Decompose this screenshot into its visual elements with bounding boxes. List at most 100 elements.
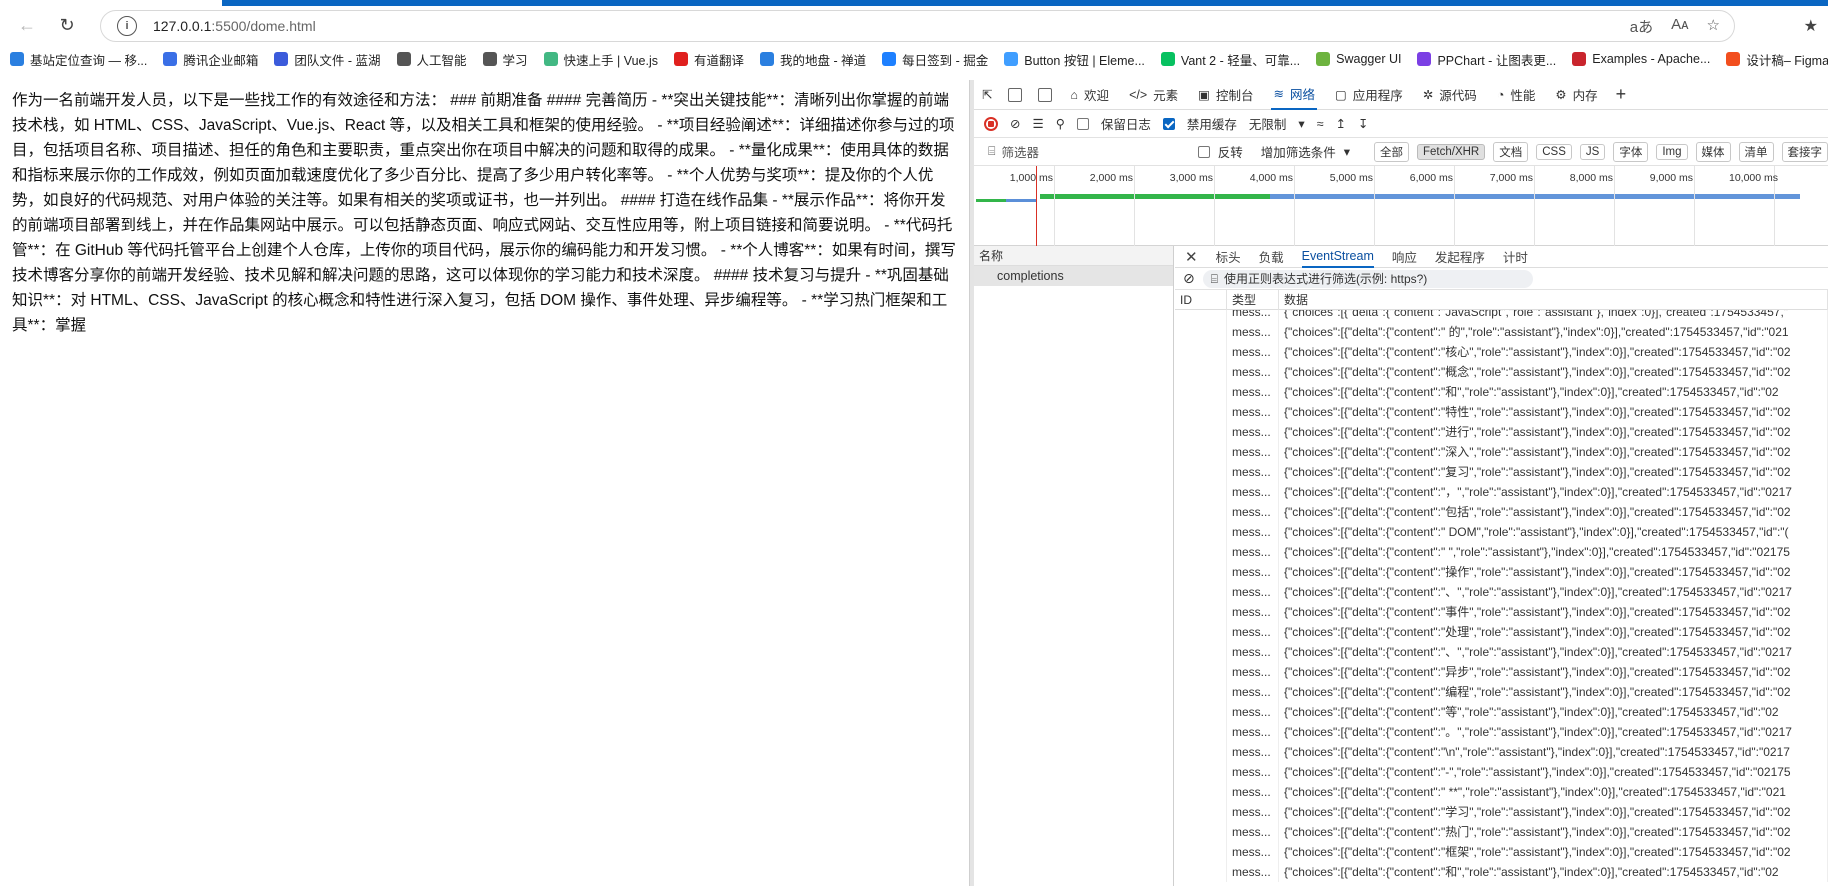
- close-icon[interactable]: ✕: [1185, 248, 1198, 266]
- network-conditions-icon[interactable]: ≈: [1317, 117, 1324, 131]
- eventstream-row[interactable]: mess... {"choices":[{"delta":{"content":"…: [1175, 362, 1828, 382]
- eventstream-row[interactable]: mess... {"choices":[{"delta":{"content":"…: [1175, 722, 1828, 742]
- bookmark-item[interactable]: 我的地盘 - 禅道: [760, 50, 866, 69]
- invert-checkbox[interactable]: [1197, 145, 1210, 159]
- devtools-tab[interactable]: ≋ 网络: [1271, 80, 1317, 110]
- clear-icon[interactable]: ⊘: [1183, 270, 1195, 287]
- font-size-icon[interactable]: Aᴀ: [1671, 16, 1688, 37]
- devtools-tab[interactable]: ▢ 应用程序: [1333, 80, 1405, 110]
- data-column-header[interactable]: 数据: [1279, 289, 1828, 310]
- filter-type-button[interactable]: 清单: [1738, 141, 1774, 162]
- export-har-icon[interactable]: ↧: [1358, 116, 1368, 131]
- filter-type-button[interactable]: 套接字: [1781, 141, 1828, 162]
- bookmark-item[interactable]: 团队文件 - 蓝湖: [274, 50, 381, 69]
- url-text[interactable]: 127.0.0.1:5500/dome.html: [153, 18, 316, 34]
- devtools-tab[interactable]: ✲ 源代码: [1421, 80, 1479, 110]
- eventstream-row[interactable]: mess... {"choices":[{"delta":{"content":"…: [1175, 502, 1828, 522]
- bookmark-item[interactable]: 腾讯企业邮箱: [163, 50, 258, 69]
- detail-tab[interactable]: 负载: [1259, 247, 1284, 266]
- chevron-down-icon[interactable]: ▾: [1344, 144, 1350, 159]
- address-bar[interactable]: i 127.0.0.1:5500/dome.html aあ Aᴀ ☆: [100, 10, 1735, 42]
- filter-toggle-icon[interactable]: ☰: [1032, 116, 1043, 131]
- record-icon[interactable]: [984, 116, 998, 131]
- eventstream-row[interactable]: mess... {"choices":[{"delta":{"content":"…: [1175, 402, 1828, 422]
- devtools-tab[interactable]: ⌂ 欢迎: [1068, 80, 1111, 110]
- eventstream-row[interactable]: mess... {"choices":[{"delta":{"content":"…: [1175, 382, 1828, 402]
- filter-input[interactable]: ⌸ 筛选器: [988, 141, 1190, 163]
- eventstream-row[interactable]: mess... {"choices":[{"delta":{"content":"…: [1175, 822, 1828, 842]
- search-icon[interactable]: ⚲: [1056, 116, 1065, 131]
- eventstream-row[interactable]: mess... {"choices":[{"delta":{"content":"…: [1175, 442, 1828, 462]
- import-har-icon[interactable]: ↥: [1336, 116, 1346, 131]
- filter-type-button[interactable]: Fetch/XHR: [1417, 143, 1486, 160]
- name-column-header[interactable]: 名称: [974, 246, 1173, 266]
- eventstream-row[interactable]: mess... {"choices":[{"delta":{"content":"…: [1175, 642, 1828, 662]
- bookmark-item[interactable]: Swagger UI: [1316, 52, 1401, 66]
- bookmark-item[interactable]: 有道翻译: [674, 50, 744, 69]
- bookmark-item[interactable]: Button 按钮 | Eleme...: [1004, 50, 1145, 69]
- more-filters-button[interactable]: 增加筛选条件: [1261, 142, 1336, 161]
- network-timeline[interactable]: 1,000 ms 2,000 ms 3,000 ms 4,000 ms 5,000 ms…: [974, 166, 1828, 246]
- detail-tab[interactable]: 响应: [1392, 247, 1417, 266]
- detail-tab[interactable]: EventStream: [1301, 246, 1374, 268]
- eventstream-row[interactable]: mess... {"choices":[{"delta":{"content":"…: [1175, 542, 1828, 562]
- add-tab-icon[interactable]: +: [1616, 84, 1627, 105]
- type-column-header[interactable]: 类型: [1227, 289, 1279, 310]
- eventstream-row[interactable]: mess... {"choices":[{"delta":{"content":"…: [1175, 602, 1828, 622]
- dock-icon[interactable]: [1038, 87, 1053, 102]
- reload-icon[interactable]: ↻: [54, 12, 80, 38]
- bookmark-item[interactable]: 基站定位查询 — 移...: [10, 50, 147, 69]
- eventstream-row[interactable]: mess... {"choices":[{"delta":{"content":"…: [1175, 522, 1828, 542]
- device-toolbar-icon[interactable]: [1008, 87, 1023, 102]
- filter-type-button[interactable]: 媒体: [1695, 141, 1731, 162]
- favorites-icon[interactable]: ★: [1804, 16, 1818, 36]
- read-aloud-icon[interactable]: aあ: [1630, 16, 1653, 37]
- eventstream-row[interactable]: mess... {"choices":[{"delta":{"content":"…: [1175, 662, 1828, 682]
- eventstream-row[interactable]: mess... {"choices":[{"delta":{"content":"…: [1175, 682, 1828, 702]
- eventstream-row[interactable]: mess... {"choices":[{"delta":{"content":"…: [1175, 702, 1828, 722]
- eventstream-row[interactable]: mess... {"choices":[{"delta":{"content":"…: [1175, 482, 1828, 502]
- eventstream-row[interactable]: mess... {"choices":[{"delta":{"content":"…: [1175, 862, 1828, 882]
- eventstream-row[interactable]: mess... {"choices":[{"delta":{"content":"…: [1175, 622, 1828, 642]
- filter-type-button[interactable]: CSS: [1536, 143, 1572, 160]
- devtools-tab[interactable]: ◔ 性能: [1495, 80, 1538, 110]
- eventstream-row[interactable]: mess... {"choices":[{"delta":{"content":"…: [1175, 762, 1828, 782]
- devtools-tab[interactable]: ▣ 控制台: [1196, 80, 1255, 110]
- eventstream-row[interactable]: mess... {"choices":[{"delta":{"content":"…: [1175, 462, 1828, 482]
- bookmark-item[interactable]: Vant 2 - 轻量、可靠...: [1160, 50, 1300, 69]
- bookmark-item[interactable]: 每日签到 - 掘金: [882, 50, 988, 69]
- bookmark-item[interactable]: 设计稿– Figma: [1726, 50, 1828, 69]
- eventstream-row[interactable]: mess... {"choices":[{"delta":{"content":"…: [1175, 562, 1828, 582]
- filter-type-button[interactable]: 全部: [1374, 141, 1409, 162]
- detail-tab[interactable]: 发起程序: [1435, 247, 1485, 266]
- detail-tab[interactable]: 标头: [1216, 247, 1241, 266]
- id-column-header[interactable]: ID: [1175, 289, 1227, 310]
- eventstream-row[interactable]: mess... {"choices":[{"delta":{"content":"…: [1175, 310, 1828, 322]
- filter-type-button[interactable]: 字体: [1613, 141, 1649, 162]
- eventstream-filter-input[interactable]: ⌸ 使用正则表达式进行筛选(示例: https?): [1202, 269, 1533, 288]
- favorite-star-icon[interactable]: ☆: [1707, 16, 1720, 37]
- devtools-tab[interactable]: ⚙ 内存: [1553, 80, 1599, 110]
- bookmark-item[interactable]: 人工智能: [396, 50, 467, 69]
- request-row[interactable]: completions: [974, 266, 1173, 286]
- info-icon[interactable]: i: [117, 16, 137, 36]
- devtools-tab[interactable]: </> 元素: [1127, 80, 1180, 110]
- back-icon[interactable]: ←: [14, 12, 40, 38]
- bookmark-item[interactable]: PPChart - 让图表更...: [1417, 50, 1556, 69]
- filter-type-button[interactable]: 文档: [1493, 141, 1529, 162]
- filter-type-button[interactable]: Img: [1656, 143, 1688, 160]
- eventstream-row[interactable]: mess... {"choices":[{"delta":{"content":"…: [1175, 422, 1828, 442]
- eventstream-row[interactable]: mess... {"choices":[{"delta":{"content":"…: [1175, 322, 1828, 342]
- detail-tab[interactable]: 计时: [1503, 247, 1528, 266]
- chevron-down-icon[interactable]: ▾: [1298, 116, 1304, 131]
- filter-type-button[interactable]: JS: [1579, 143, 1606, 160]
- eventstream-row[interactable]: mess... {"choices":[{"delta":{"content":"…: [1175, 842, 1828, 862]
- bookmark-item[interactable]: 快速上手 | Vue.js: [543, 50, 658, 69]
- bookmark-item[interactable]: 学习: [482, 50, 528, 69]
- throttle-select[interactable]: 无限制: [1249, 114, 1287, 133]
- eventstream-row[interactable]: mess... {"choices":[{"delta":{"content":"…: [1175, 582, 1828, 602]
- eventstream-row[interactable]: mess... {"choices":[{"delta":{"content":"…: [1175, 742, 1828, 762]
- clear-icon[interactable]: ⊘: [1010, 116, 1020, 131]
- inspect-icon[interactable]: ⇱: [982, 87, 992, 102]
- eventstream-row[interactable]: mess... {"choices":[{"delta":{"content":"…: [1175, 782, 1828, 802]
